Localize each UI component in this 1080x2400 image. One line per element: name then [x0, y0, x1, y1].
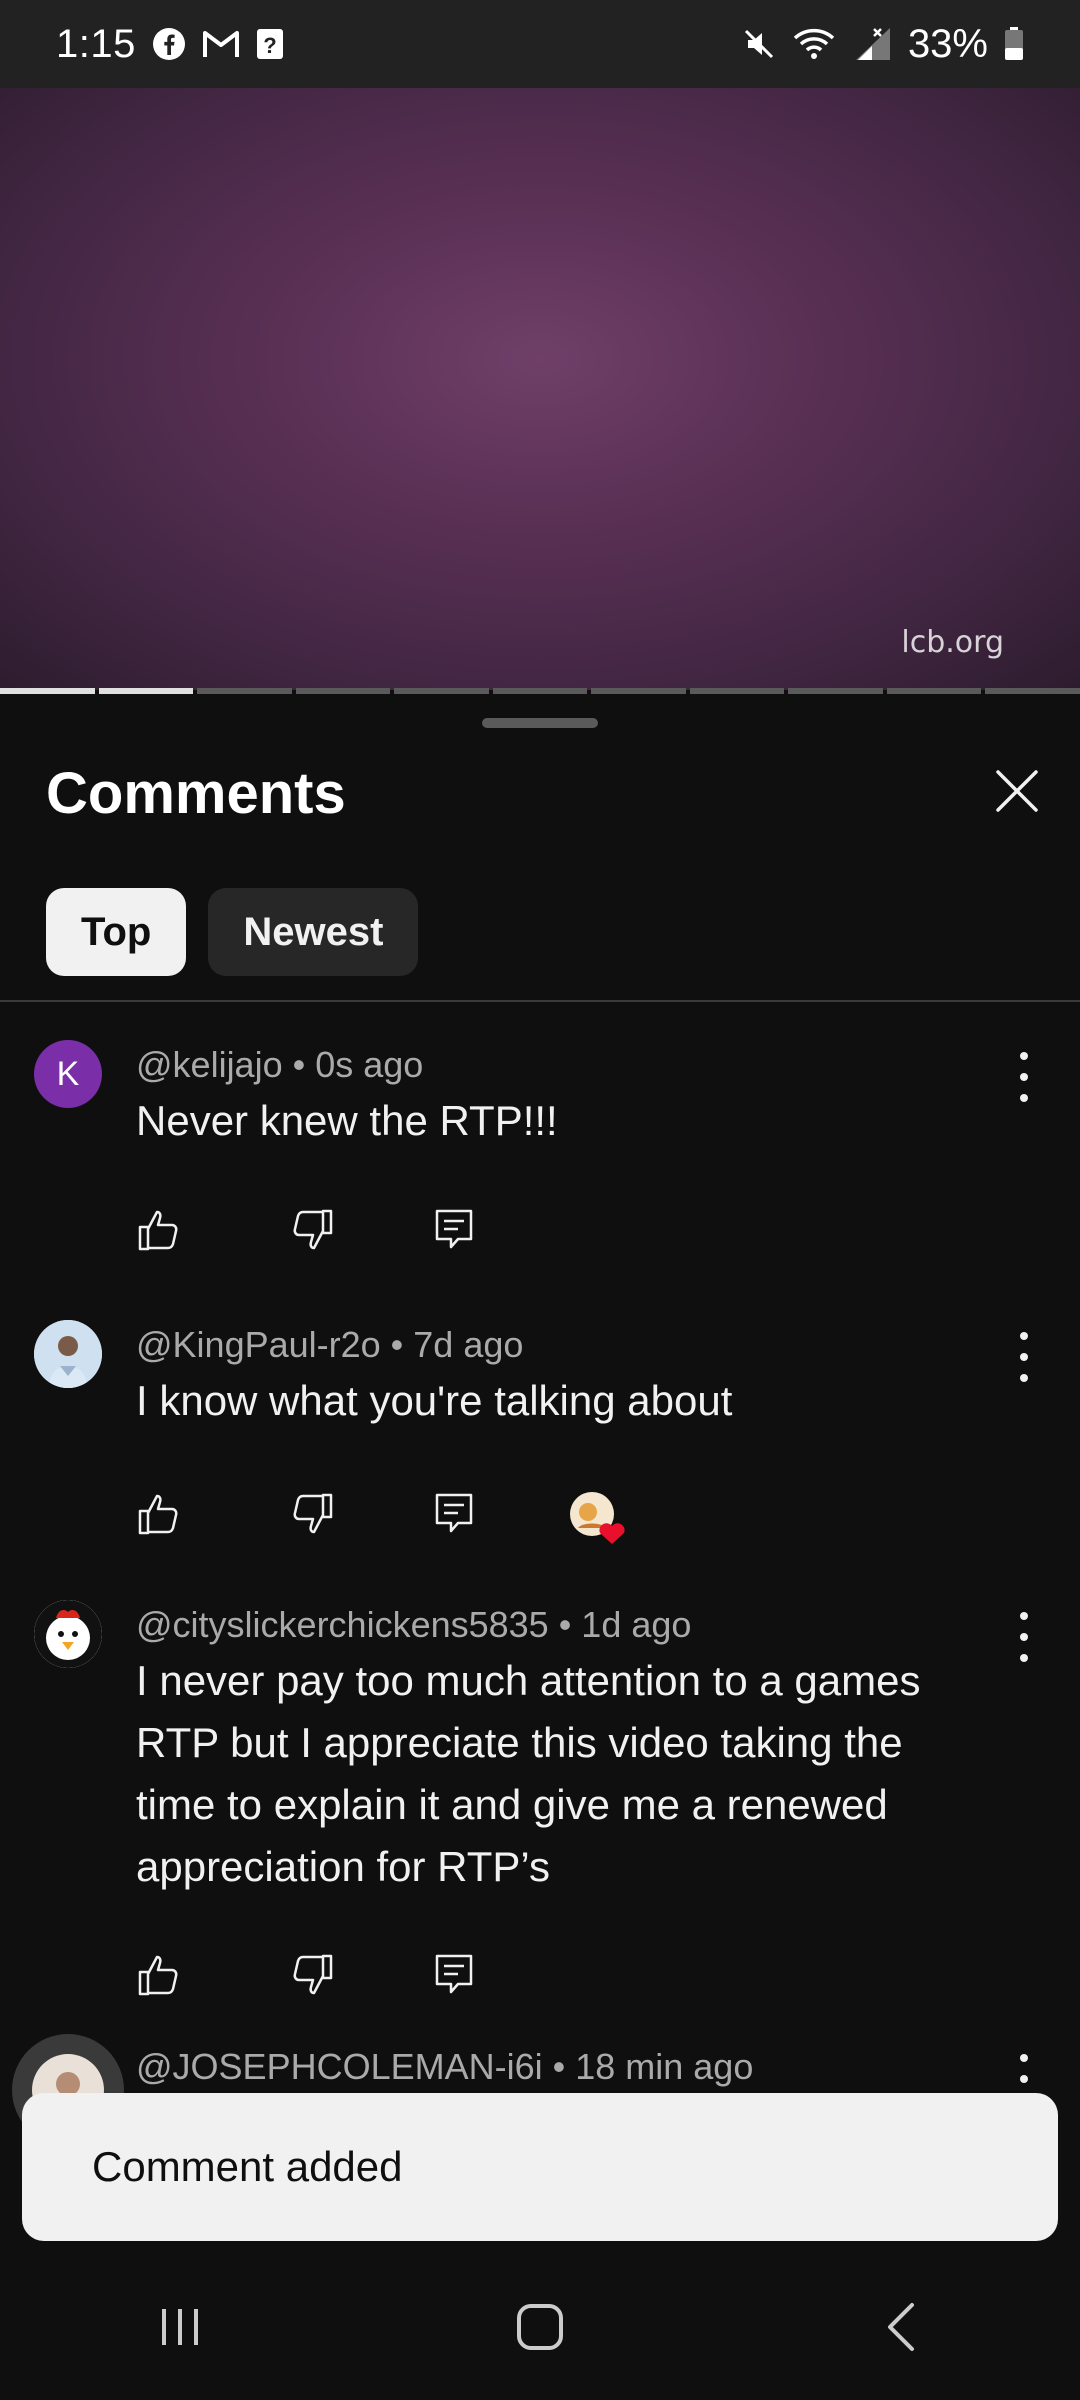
home-button[interactable] [500, 2289, 580, 2369]
comment-meta[interactable]: @KingPaul-r2o • 7d ago [136, 1324, 523, 1366]
comment-actions [136, 1953, 568, 2002]
status-time: 1:15 [56, 21, 136, 66]
divider [0, 1000, 1080, 1002]
more-options-button[interactable] [1012, 1052, 1036, 1102]
creator-heart-badge [568, 1490, 625, 1544]
comment-text: I know what you're talking about [136, 1377, 733, 1424]
avatar[interactable] [34, 1600, 102, 1668]
avatar-letter: K [56, 1054, 80, 1093]
facebook-icon [152, 27, 186, 61]
unknown-notification-icon: ? [256, 28, 284, 60]
reply-button[interactable] [432, 1208, 476, 1257]
video-watermark: lcb.org [901, 625, 1004, 660]
toast-message: Comment added [92, 2143, 403, 2190]
like-button[interactable] [136, 1955, 180, 1999]
reply-icon [434, 1492, 474, 1541]
thumbs-up-icon [136, 1953, 180, 2002]
thumbs-down-icon [291, 1208, 335, 1257]
like-button[interactable] [136, 1494, 180, 1538]
status-bar: 1:15 ? 33% [0, 0, 1080, 88]
thumbs-up-icon [136, 1492, 180, 1541]
close-icon [995, 769, 1039, 818]
comment-meta[interactable]: @JOSEPHCOLEMAN-i6i • 18 min ago [136, 2046, 753, 2088]
dislike-button[interactable] [291, 1953, 335, 2002]
thumbs-down-icon [291, 1953, 335, 2002]
signal-icon [852, 26, 892, 62]
reply-icon [434, 1953, 474, 2002]
more-options-icon [1020, 1052, 1028, 1060]
sort-chips: Top Newest [46, 888, 419, 976]
comment-actions [136, 1208, 568, 1257]
comment-text: I never pay too much attention to a game… [136, 1657, 921, 1890]
recents-icon [156, 2303, 204, 2356]
comment-meta[interactable]: @kelijajo • 0s ago [136, 1044, 423, 1086]
close-button[interactable] [982, 758, 1052, 828]
more-options-button[interactable] [1012, 1332, 1036, 1382]
dislike-button[interactable] [291, 1492, 335, 1541]
recents-button[interactable] [140, 2289, 220, 2369]
wifi-icon [792, 27, 836, 61]
chip-newest[interactable]: Newest [208, 888, 419, 976]
mute-icon [742, 27, 776, 61]
status-right: 33% [742, 22, 1024, 67]
svg-text:?: ? [263, 33, 276, 58]
battery-percent: 33% [907, 21, 988, 66]
reply-button[interactable] [432, 1953, 476, 2002]
comment-actions [136, 1490, 625, 1544]
chip-top[interactable]: Top [46, 888, 187, 976]
thumbs-down-icon [291, 1492, 335, 1541]
more-options-button[interactable] [1012, 1612, 1036, 1662]
more-options-icon [1020, 1332, 1028, 1340]
creator-heart-icon [570, 1492, 625, 1544]
video-player[interactable]: lcb.org [0, 88, 1080, 690]
avatar-chicken [34, 1600, 102, 1668]
back-button[interactable] [860, 2289, 940, 2369]
drag-handle[interactable] [482, 718, 598, 728]
gmail-icon [202, 29, 240, 59]
comments-title: Comments [46, 761, 346, 826]
avatar-photo [34, 1320, 102, 1388]
toast-snackbar: Comment added [22, 2093, 1058, 2241]
comments-sheet: Comments Top Newest K @kelijajo • 0s ago… [0, 694, 1080, 2146]
reply-icon [434, 1208, 474, 1257]
thumbs-up-icon [136, 1208, 180, 1257]
dislike-button[interactable] [291, 1208, 335, 1257]
avatar[interactable]: K [34, 1040, 102, 1108]
battery-icon [1004, 27, 1024, 61]
comment-meta[interactable]: @cityslickerchickens5835 • 1d ago [136, 1604, 691, 1646]
system-nav-bar [0, 2258, 1080, 2400]
like-button[interactable] [136, 1210, 180, 1254]
more-options-icon [1020, 1612, 1028, 1620]
more-options-icon [1020, 2054, 1028, 2062]
reply-button[interactable] [432, 1492, 476, 1541]
avatar[interactable] [34, 1320, 102, 1388]
back-icon [878, 2301, 922, 2358]
comment-text: Never knew the RTP!!! [136, 1097, 558, 1144]
status-left: 1:15 ? [56, 22, 284, 67]
home-icon [514, 2301, 566, 2358]
